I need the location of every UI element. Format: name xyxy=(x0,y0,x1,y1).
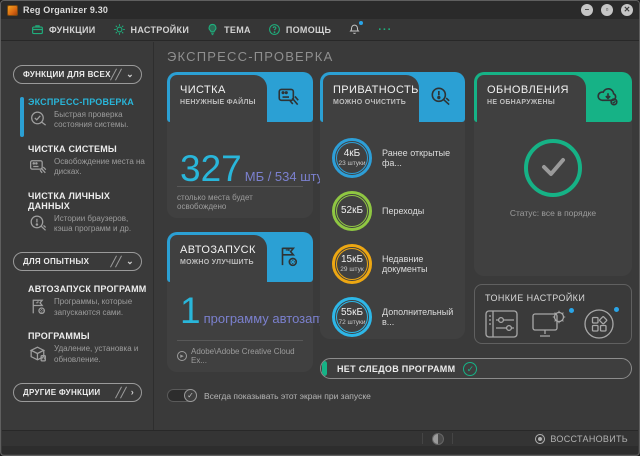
menubar: ФУНКЦИИ НАСТРОЙКИ ТЕМА ПОМОЩЬ ··· xyxy=(1,19,639,41)
sidebar-item-private-data[interactable]: ЧИСТКА ЛИЧНЫХ ДАННЫХ Истории браузеров, … xyxy=(28,191,149,235)
gear-icon xyxy=(113,23,126,36)
content-area: ФУНКЦИИ ДЛЯ ВСЕХ ⌄ ЭКСПРЕСС-ПРОВЕРКА Быс… xyxy=(1,42,639,430)
card-body: 1программу автозапуска ▸ Adobe\Adobe Cre… xyxy=(167,282,313,372)
menu-more-button[interactable]: ··· xyxy=(378,24,392,36)
privacy-ring: 15кБ 29 штук xyxy=(332,244,372,284)
autorun-footer[interactable]: ▸ Adobe\Adobe Creative Cloud Ex... xyxy=(177,340,303,365)
ring-inner xyxy=(336,195,368,227)
sidebar: ФУНКЦИИ ДЛЯ ВСЕХ ⌄ ЭКСПРЕСС-ПРОВЕРКА Быс… xyxy=(1,42,154,430)
privacy-card[interactable]: ПРИВАТНОСТЬ МОЖНО ОЧИСТИТЬ 4кБ 23 штуки … xyxy=(320,72,465,339)
programs-box-icon xyxy=(28,343,49,364)
statusbar-divider xyxy=(452,433,453,444)
autorun-flag-icon xyxy=(28,296,49,317)
traces-accent xyxy=(322,361,327,376)
menu-item-settings[interactable]: НАСТРОЙКИ xyxy=(113,23,190,36)
menu-item-help[interactable]: ПОМОЩЬ xyxy=(268,23,331,36)
maximize-button[interactable]: ▫ xyxy=(601,4,613,16)
autorun-count-value: 1 xyxy=(180,290,201,331)
cleanup-brush-icon xyxy=(276,84,302,110)
notification-dot xyxy=(359,21,363,25)
window-frame-bottom xyxy=(2,446,638,454)
express-check-icon xyxy=(28,109,49,130)
cloud-download-icon xyxy=(595,84,621,110)
autorun-flag-icon xyxy=(276,244,302,270)
card-header: ОБНОВЛЕНИЯ НЕ ОБНАРУЖЕНЫ xyxy=(477,75,586,122)
page-title: ЭКСПРЕСС-ПРОВЕРКА xyxy=(167,49,333,64)
private-data-icon xyxy=(28,213,49,234)
app-window: Reg Organizer 9.30 – ▫ ✕ ФУНКЦИИ НАСТРОЙ… xyxy=(0,0,640,456)
privacy-sweep-icon xyxy=(428,84,454,110)
cleanup-card[interactable]: ЧИСТКА НЕНУЖНЫЕ ФАЙЛЫ 327МБ / 534 штуки … xyxy=(167,72,313,218)
pill-decoration xyxy=(115,256,122,268)
lamp-icon xyxy=(206,23,219,36)
toggle-knob-check-icon: ✓ xyxy=(184,389,197,402)
titlebar: Reg Organizer 9.30 – ▫ ✕ xyxy=(1,1,639,19)
startup-toggle[interactable]: ✓ xyxy=(167,389,197,402)
fine-tweaks-title: ТОНКИЕ НАСТРОЙКИ xyxy=(485,293,631,303)
app-shapes-icon[interactable] xyxy=(583,308,615,345)
group-other-functions[interactable]: ДРУГИЕ ФУНКЦИИ › xyxy=(13,383,142,402)
sidebar-item-system-cleanup[interactable]: ЧИСТКА СИСТЕМЫ Освобождение места на дис… xyxy=(28,144,149,178)
statusbar: ВОССТАНОВИТЬ xyxy=(2,430,638,446)
check-circle-icon: ✓ xyxy=(463,362,477,376)
fine-tweaks-card[interactable]: ТОНКИЕ НАСТРОЙКИ xyxy=(474,284,632,344)
window-title: Reg Organizer 9.30 xyxy=(23,5,573,15)
system-gear-icon[interactable] xyxy=(532,309,570,344)
program-icon: ▸ xyxy=(177,351,187,361)
updates-card[interactable]: ОБНОВЛЕНИЯ НЕ ОБНАРУЖЕНЫ Статус: все в п… xyxy=(474,72,632,276)
ring-inner xyxy=(336,301,368,333)
selection-indicator xyxy=(20,97,24,137)
cleanup-footer: столько места будет освобождено xyxy=(177,186,303,211)
ring-inner xyxy=(336,142,368,174)
privacy-ring-row[interactable]: 15кБ 29 штук Недавние документы xyxy=(320,244,465,284)
privacy-ring: 52кБ xyxy=(332,191,372,231)
privacy-ring-row[interactable]: 52кБ Переходы xyxy=(320,191,465,231)
system-cleanup-icon xyxy=(28,156,49,177)
notifications-button[interactable] xyxy=(348,23,361,36)
card-body: Статус: все в порядке xyxy=(474,122,632,276)
updates-status-text: Статус: все в порядке xyxy=(474,208,632,218)
group-advanced[interactable]: ДЛЯ ОПЫТНЫХ ⌄ xyxy=(13,252,142,271)
menu-item-functions[interactable]: ФУНКЦИИ xyxy=(31,23,96,36)
chevron-down-icon: ⌄ xyxy=(126,69,134,80)
privacy-ring: 4кБ 23 штуки xyxy=(332,138,372,178)
help-icon xyxy=(268,23,281,36)
briefcase-icon xyxy=(31,23,44,36)
updates-status-ring xyxy=(524,139,582,197)
card-header: ПРИВАТНОСТЬ МОЖНО ОЧИСТИТЬ xyxy=(323,75,419,122)
sidebar-item-programs[interactable]: ПРОГРАММЫ Удаление, установка и обновлен… xyxy=(28,331,149,365)
theme-toggle-icon[interactable] xyxy=(432,433,444,445)
main-panel: ЭКСПРЕСС-ПРОВЕРКА ЧИСТКА НЕНУЖНЫЕ ФАЙЛЫ … xyxy=(155,42,639,430)
restore-button[interactable]: ВОССТАНОВИТЬ xyxy=(535,431,628,447)
check-icon xyxy=(536,149,570,188)
card-body: 4кБ 23 штуки Ранее открытые фа... 52кБ П… xyxy=(320,122,465,339)
chevron-right-icon: › xyxy=(131,387,134,397)
card-header: ЧИСТКА НЕНУЖНЫЕ ФАЙЛЫ xyxy=(170,75,267,122)
card-header: АВТОЗАПУСК МОЖНО УЛУЧШИТЬ xyxy=(170,235,267,282)
privacy-ring-row[interactable]: 4кБ 23 штуки Ранее открытые фа... xyxy=(320,138,465,178)
sidebar-item-autorun[interactable]: АВТОЗАПУСК ПРОГРАММ Программы, которые з… xyxy=(28,284,149,318)
sidebar-item-express-check[interactable]: ЭКСПРЕСС-ПРОВЕРКА Быстрая проверка состо… xyxy=(28,97,149,131)
bell-icon xyxy=(348,23,361,36)
chevron-down-icon: ⌄ xyxy=(126,256,134,267)
restore-icon xyxy=(535,434,545,444)
menu-item-theme[interactable]: ТЕМА xyxy=(206,23,251,36)
startup-toggle-row: ✓ Всегда показывать этот экран при запус… xyxy=(167,389,371,402)
card-body: 327МБ / 534 штуки столько места будет ос… xyxy=(167,122,313,218)
group-functions-for-all[interactable]: ФУНКЦИИ ДЛЯ ВСЕХ ⌄ xyxy=(13,65,142,84)
statusbar-divider xyxy=(422,433,423,444)
minimize-button[interactable]: – xyxy=(581,4,593,16)
ring-inner xyxy=(336,248,368,280)
privacy-ring: 55кБ 72 штуки xyxy=(332,297,372,337)
cleanup-size-value: 327 xyxy=(180,148,242,189)
sliders-icon[interactable] xyxy=(485,310,519,343)
app-logo-icon xyxy=(7,5,18,16)
privacy-ring-row[interactable]: 55кБ 72 штуки Дополнительный в... xyxy=(320,297,465,337)
notification-dot xyxy=(614,307,619,312)
autorun-card[interactable]: АВТОЗАПУСК МОЖНО УЛУЧШИТЬ 1программу авт… xyxy=(167,232,313,372)
no-traces-bar[interactable]: НЕТ СЛЕДОВ ПРОГРАММ ✓ xyxy=(320,358,632,379)
startup-toggle-label: Всегда показывать этот экран при запуске xyxy=(204,391,371,401)
notification-dot xyxy=(569,308,574,313)
close-button[interactable]: ✕ xyxy=(621,4,633,16)
